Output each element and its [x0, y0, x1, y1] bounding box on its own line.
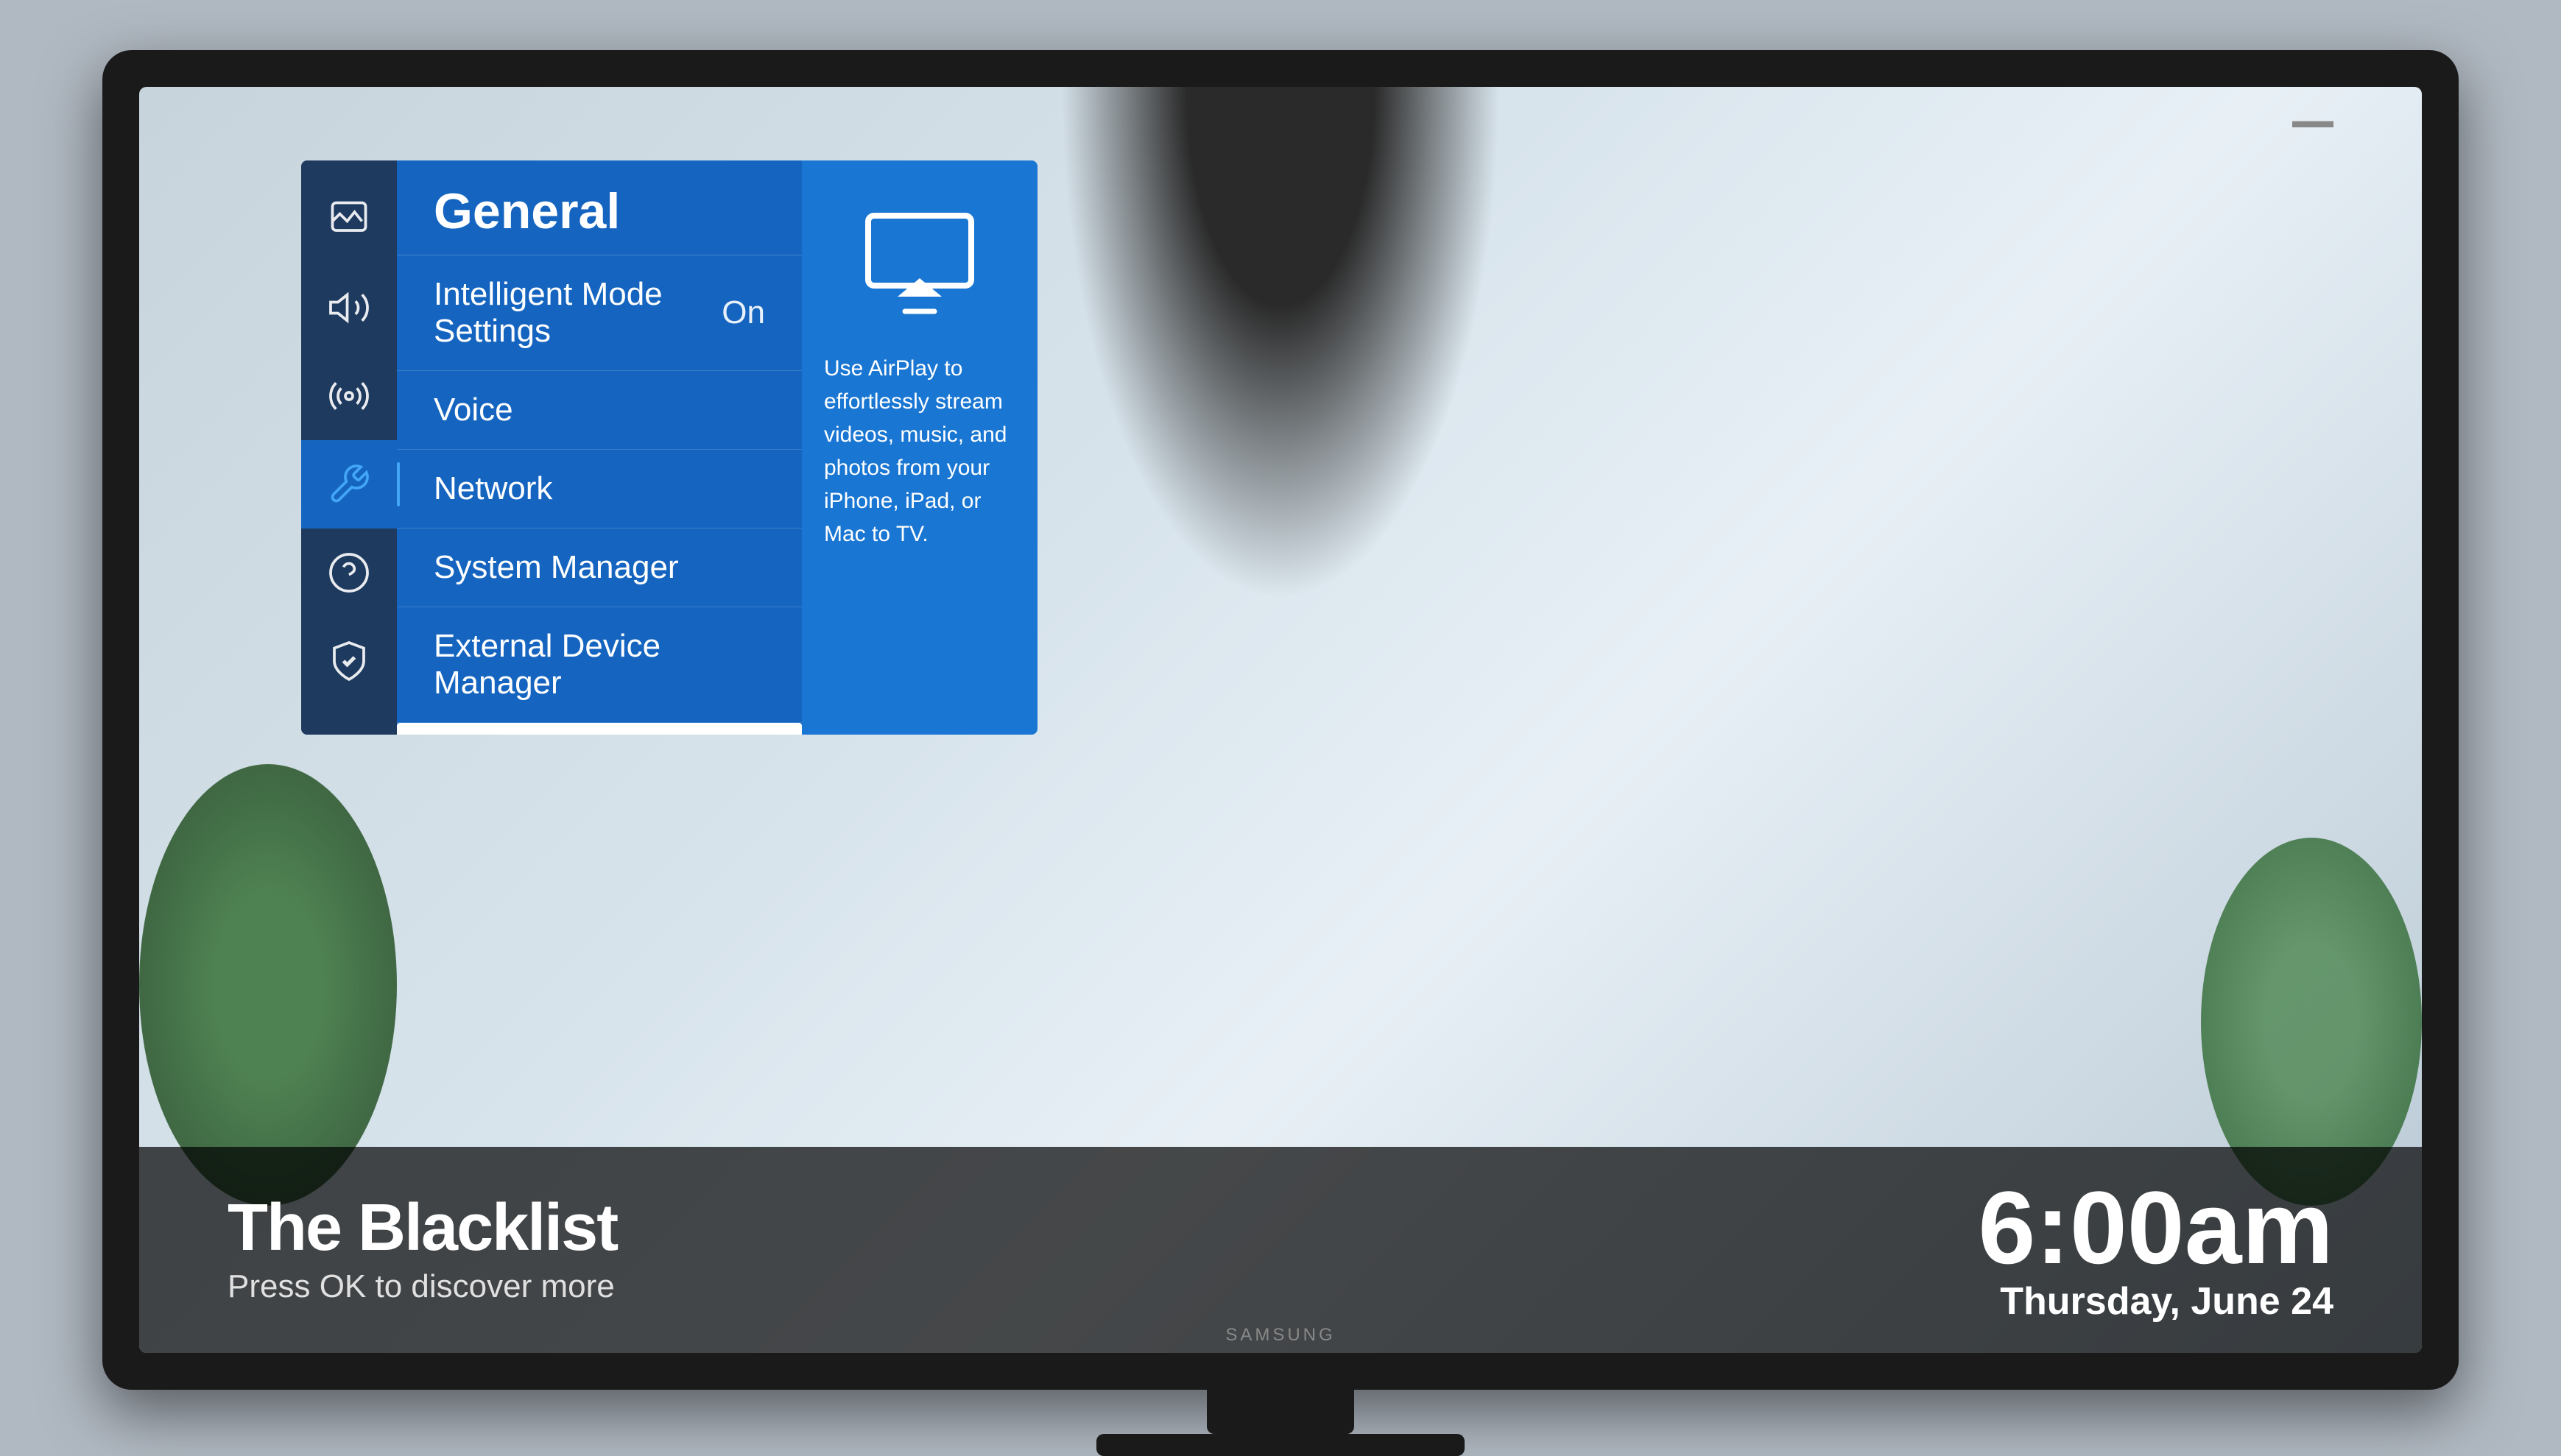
tv-stand-base — [1096, 1434, 1465, 1456]
menu-item-external-device[interactable]: External Device Manager — [397, 607, 802, 723]
airplay-icon-container — [853, 205, 986, 322]
sidebar-item-general[interactable] — [301, 440, 397, 529]
section-title: General — [434, 183, 620, 239]
tv-frame: ▬▬ — [102, 50, 2459, 1390]
show-subtitle: Press OK to discover more — [228, 1268, 617, 1305]
airplay-info-panel: Use AirPlay to effortlessly stream video… — [802, 160, 1038, 735]
bottom-info-bar: The Blacklist Press OK to discover more … — [139, 1147, 2422, 1353]
sidebar-item-privacy[interactable] — [301, 617, 397, 705]
tv-screen: ▬▬ — [139, 87, 2422, 1353]
question-icon — [327, 551, 371, 595]
network-label: Network — [434, 470, 552, 507]
settings-main-content: General Intelligent Mode Settings On Voi… — [397, 160, 802, 735]
picture-icon — [327, 197, 371, 241]
intelligent-mode-label: Intelligent Mode Settings — [434, 276, 722, 350]
voice-label: Voice — [434, 392, 513, 428]
menu-item-system-manager[interactable]: System Manager — [397, 529, 802, 607]
menu-item-intelligent-mode[interactable]: Intelligent Mode Settings On — [397, 255, 802, 371]
menu-item-voice[interactable]: Voice — [397, 371, 802, 450]
menu-item-network[interactable]: Network — [397, 450, 802, 529]
date-display: Thursday, June 24 — [2000, 1279, 2333, 1324]
sidebar-item-support[interactable] — [301, 529, 397, 617]
intelligent-mode-value: On — [722, 294, 765, 331]
plant-left — [139, 764, 397, 1206]
sidebar-item-broadcast[interactable] — [301, 352, 397, 440]
airplay-icon — [861, 212, 979, 315]
show-info: The Blacklist Press OK to discover more — [228, 1195, 617, 1305]
tv-stand — [1207, 1390, 1354, 1434]
background-figure — [1060, 87, 1501, 602]
broadcast-icon — [327, 374, 371, 418]
wifi-icon: ▬▬ — [2292, 109, 2333, 132]
sound-icon — [327, 286, 371, 330]
settings-panel: General Intelligent Mode Settings On Voi… — [301, 160, 1038, 735]
samsung-logo: SAMSUNG — [1225, 1325, 1335, 1346]
tv-status-bar: ▬▬ — [2292, 109, 2333, 132]
settings-sidebar — [301, 160, 397, 735]
system-manager-label: System Manager — [434, 549, 679, 586]
sidebar-item-sound[interactable] — [301, 264, 397, 352]
time-section: 6:00am Thursday, June 24 — [1978, 1176, 2333, 1324]
time-display: 6:00am — [1978, 1176, 2333, 1279]
menu-item-apple-airplay[interactable]: Apple AirPlay Settings — [397, 723, 802, 735]
settings-menu-list: Intelligent Mode Settings On Voice Netwo… — [397, 255, 802, 735]
external-device-label: External Device Manager — [434, 628, 765, 702]
show-title: The Blacklist — [228, 1195, 617, 1261]
sidebar-item-picture[interactable] — [301, 175, 397, 264]
shield-icon — [327, 639, 371, 683]
wrench-icon — [327, 462, 371, 506]
settings-header: General — [397, 160, 802, 255]
airplay-description: Use AirPlay to effortlessly stream video… — [824, 352, 1015, 551]
